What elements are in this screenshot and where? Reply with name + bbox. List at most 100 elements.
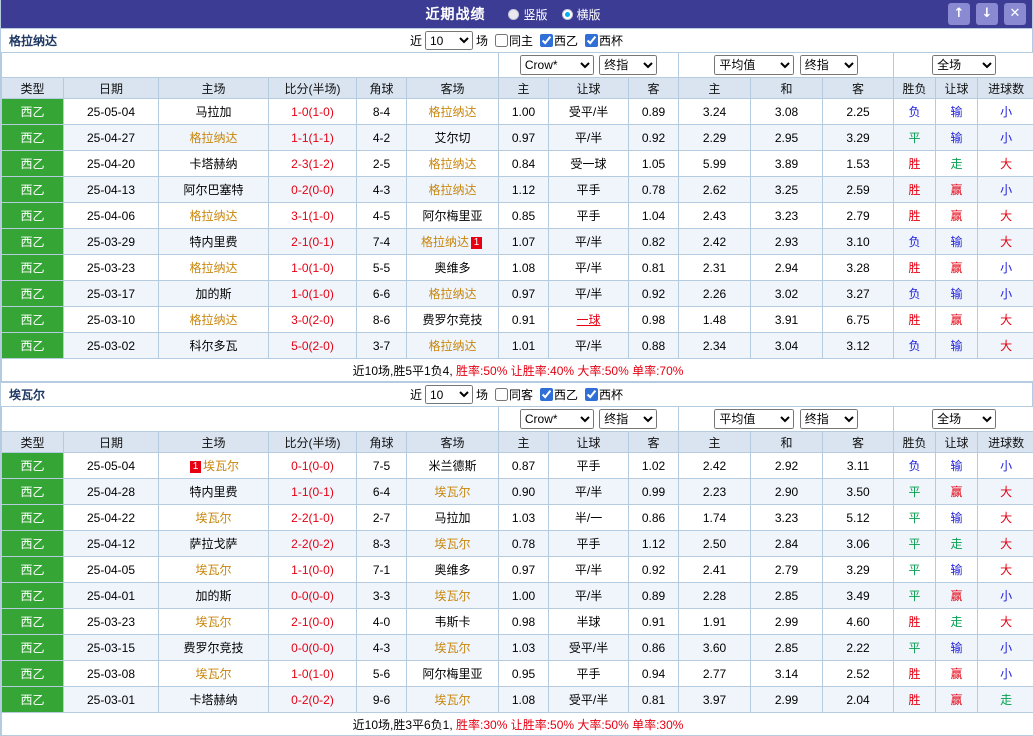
near-label: 近 xyxy=(410,386,422,403)
summary-rates: 胜率:50% 让胜率:40% 大率:50% 单率:70% xyxy=(456,364,683,378)
home-team[interactable]: 格拉纳达 xyxy=(159,255,269,281)
odds-final-select[interactable]: 终指 xyxy=(599,409,657,429)
league-filter[interactable]: 西乙 xyxy=(540,386,578,403)
cup-filter[interactable]: 西杯 xyxy=(585,32,623,49)
result-goals: 大 xyxy=(978,151,1033,177)
away-team[interactable]: 艾尔切 xyxy=(407,125,499,151)
away-team[interactable]: 米兰德斯 xyxy=(407,453,499,479)
home-team[interactable]: 格拉纳达 xyxy=(159,203,269,229)
result-win-loss: 平 xyxy=(894,505,936,531)
close-button[interactable]: ✕ xyxy=(1004,3,1026,25)
same-venue-filter[interactable]: 同客 xyxy=(495,386,533,403)
results-table: Crow* 终指 平均值 终指 全场 类型 日期 主场 比分(半场) xyxy=(1,406,1033,736)
home-team[interactable]: 费罗尔竞技 xyxy=(159,635,269,661)
league-checkbox[interactable] xyxy=(540,388,553,401)
summary-rates: 胜率:30% 让胜率:50% 大率:50% 单率:30% xyxy=(456,718,683,732)
layout-radio-horizontal[interactable]: 横版 xyxy=(562,6,601,23)
home-team[interactable]: 特内里费 xyxy=(159,229,269,255)
away-team[interactable]: 阿尔梅里亚 xyxy=(407,203,499,229)
home-team[interactable]: 埃瓦尔 xyxy=(159,505,269,531)
cup-checkbox[interactable] xyxy=(585,388,598,401)
home-team[interactable]: 埃瓦尔 xyxy=(159,557,269,583)
corner-count: 3-3 xyxy=(357,583,407,609)
euro-odds-draw: 3.02 xyxy=(751,281,823,307)
asian-odds-away: 0.88 xyxy=(629,333,679,359)
away-team[interactable]: 格拉纳达 xyxy=(407,177,499,203)
same-venue-checkbox[interactable] xyxy=(495,388,508,401)
league-badge: 西乙 xyxy=(2,453,64,479)
home-team[interactable]: 萨拉戈萨 xyxy=(159,531,269,557)
col-type: 类型 xyxy=(2,78,64,99)
away-team[interactable]: 埃瓦尔 xyxy=(407,583,499,609)
result-goals: 大 xyxy=(978,229,1033,255)
home-team[interactable]: 特内里费 xyxy=(159,479,269,505)
away-team[interactable]: 埃瓦尔 xyxy=(407,479,499,505)
home-team[interactable]: 格拉纳达 xyxy=(159,307,269,333)
away-team[interactable]: 格拉纳达1 xyxy=(407,229,499,255)
same-venue-filter[interactable]: 同主 xyxy=(495,32,533,49)
away-team[interactable]: 格拉纳达 xyxy=(407,99,499,125)
euro-final-select[interactable]: 终指 xyxy=(800,409,858,429)
score: 0-1(0-0) xyxy=(269,453,357,479)
move-up-button[interactable]: ↑ xyxy=(948,3,970,25)
odds-company-select[interactable]: Crow* xyxy=(520,55,594,75)
col-away: 客场 xyxy=(407,78,499,99)
result-win-loss: 负 xyxy=(894,281,936,307)
col-away: 客场 xyxy=(407,432,499,453)
cup-checkbox[interactable] xyxy=(585,34,598,47)
scope-select[interactable]: 全场 xyxy=(932,55,996,75)
away-team[interactable]: 格拉纳达 xyxy=(407,151,499,177)
home-team[interactable]: 马拉加 xyxy=(159,99,269,125)
home-team[interactable]: 阿尔巴塞特 xyxy=(159,177,269,203)
move-down-button[interactable]: ↓ xyxy=(976,3,998,25)
layout-radio-vertical[interactable]: 竖版 xyxy=(508,6,547,23)
league-filter[interactable]: 西乙 xyxy=(540,32,578,49)
result-handicap: 走 xyxy=(936,151,978,177)
corner-count: 8-3 xyxy=(357,531,407,557)
close-icon: ✕ xyxy=(1010,6,1021,21)
league-checkbox[interactable] xyxy=(540,34,553,47)
result-goals: 大 xyxy=(978,333,1033,359)
away-team[interactable]: 埃瓦尔 xyxy=(407,635,499,661)
away-team[interactable]: 格拉纳达 xyxy=(407,281,499,307)
away-team[interactable]: 格拉纳达 xyxy=(407,333,499,359)
home-team[interactable]: 格拉纳达 xyxy=(159,125,269,151)
odds-final-select[interactable]: 终指 xyxy=(599,55,657,75)
euro-odds-draw: 2.99 xyxy=(751,609,823,635)
euro-odds-away: 2.25 xyxy=(823,99,894,125)
same-venue-checkbox[interactable] xyxy=(495,34,508,47)
result-goals: 大 xyxy=(978,557,1033,583)
home-team[interactable]: 埃瓦尔 xyxy=(159,661,269,687)
away-team[interactable]: 埃瓦尔 xyxy=(407,531,499,557)
euro-final-select[interactable]: 终指 xyxy=(800,55,858,75)
home-team[interactable]: 加的斯 xyxy=(159,583,269,609)
odds-company-select[interactable]: Crow* xyxy=(520,409,594,429)
result-goals: 小 xyxy=(978,635,1033,661)
scope-select[interactable]: 全场 xyxy=(932,409,996,429)
away-team[interactable]: 埃瓦尔 xyxy=(407,687,499,713)
home-team[interactable]: 加的斯 xyxy=(159,281,269,307)
result-win-loss: 胜 xyxy=(894,203,936,229)
cup-filter[interactable]: 西杯 xyxy=(585,386,623,403)
euro-odds-draw: 2.79 xyxy=(751,557,823,583)
match-count-select[interactable]: 10 xyxy=(425,31,473,50)
away-team[interactable]: 奥维多 xyxy=(407,255,499,281)
away-team[interactable]: 阿尔梅里亚 xyxy=(407,661,499,687)
home-team[interactable]: 埃瓦尔 xyxy=(159,609,269,635)
away-team[interactable]: 费罗尔竞技 xyxy=(407,307,499,333)
away-team[interactable]: 韦斯卡 xyxy=(407,609,499,635)
home-team[interactable]: 卡塔赫纳 xyxy=(159,151,269,177)
away-team[interactable]: 马拉加 xyxy=(407,505,499,531)
asian-odds-home: 1.00 xyxy=(499,583,549,609)
average-select[interactable]: 平均值 xyxy=(714,409,794,429)
average-select[interactable]: 平均值 xyxy=(714,55,794,75)
euro-odds-home: 2.41 xyxy=(679,557,751,583)
match-count-select[interactable]: 10 xyxy=(425,385,473,404)
asian-handicap: 平/半 xyxy=(549,255,629,281)
result-goals: 小 xyxy=(978,661,1033,687)
corner-count: 4-0 xyxy=(357,609,407,635)
home-team[interactable]: 1埃瓦尔 xyxy=(159,453,269,479)
home-team[interactable]: 卡塔赫纳 xyxy=(159,687,269,713)
home-team[interactable]: 科尔多瓦 xyxy=(159,333,269,359)
away-team[interactable]: 奥维多 xyxy=(407,557,499,583)
